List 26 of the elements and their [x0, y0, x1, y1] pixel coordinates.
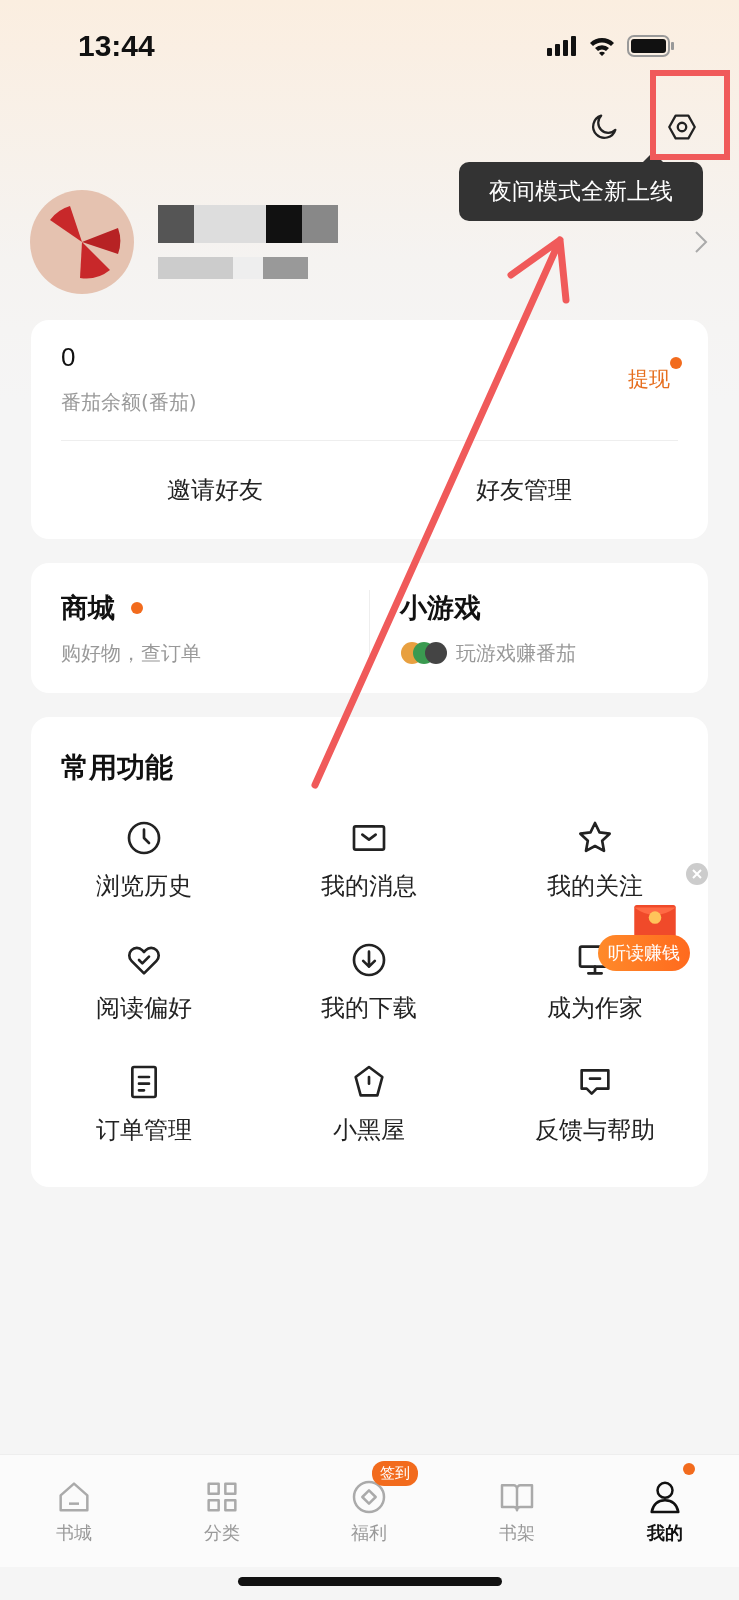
status-time: 13:44 — [78, 29, 155, 63]
game-thumbnails-icon — [400, 641, 448, 665]
avatar[interactable] — [30, 190, 134, 294]
wifi-icon — [589, 36, 615, 56]
shortcut-title[interactable]: 小游戏 — [400, 589, 481, 626]
function-item[interactable]: 我的消息 — [256, 817, 483, 903]
function-item[interactable]: 订单管理 — [31, 1061, 257, 1147]
section-title: 常用功能 — [60, 750, 174, 786]
function-item[interactable]: 浏览历史 — [31, 817, 257, 903]
tooltip: 夜间模式全新上线 — [459, 162, 703, 221]
shortcut-subtitle: 玩游戏赚番茄 — [456, 639, 576, 667]
balance-value: 0 — [61, 342, 77, 373]
function-item[interactable]: 反馈与帮助 — [482, 1061, 708, 1147]
wallet-action-button[interactable]: 邀请好友 — [61, 441, 370, 539]
function-item[interactable]: 我的关注 — [482, 817, 708, 903]
function-item[interactable]: 小黑屋 — [256, 1061, 483, 1147]
tab[interactable]: 我的 — [591, 1455, 739, 1567]
battery-icon — [627, 35, 675, 57]
function-item[interactable]: 我的下载 — [256, 939, 483, 1025]
tab-badge: 签到 — [371, 1461, 418, 1486]
shortcut-title[interactable]: 商城 — [61, 589, 115, 626]
balance-label: 番茄余额(番茄) — [61, 389, 197, 416]
wallet-action-button[interactable]: 好友管理 — [369, 441, 678, 539]
shortcut-subtitle: 购好物，查订单 — [61, 639, 201, 667]
function-item[interactable]: 阅读偏好 — [31, 939, 257, 1025]
signal-icon — [547, 36, 577, 56]
